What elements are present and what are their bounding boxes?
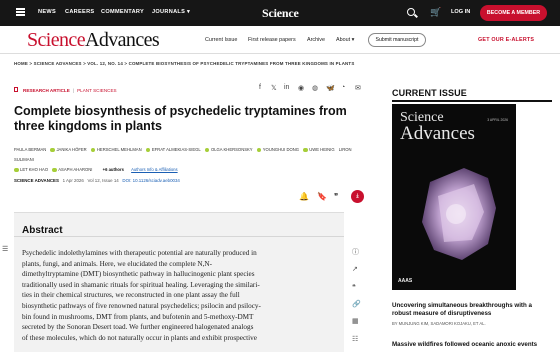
nav-commentary[interactable]: COMMENTARY xyxy=(101,9,144,15)
volume-issue[interactable]: Vol 12, Issue 14 xyxy=(87,178,118,183)
become-member-button[interactable]: BECOME A MEMBER xyxy=(480,5,547,21)
citations-icon[interactable]: ❝ xyxy=(352,283,356,291)
pdf-download-button[interactable]: ⤓ xyxy=(351,190,364,203)
abstract-line: plants, fungi, and animals. Here, we elu… xyxy=(22,259,213,268)
orcid-icon[interactable] xyxy=(14,167,19,173)
breadcrumb[interactable]: HOME > SCIENCE ADVANCES > VOL. 12, NO. 1… xyxy=(14,61,354,66)
abstract-line: dimethyltryptamine (DMT) biosynthetic pa… xyxy=(22,270,255,279)
nav-first-release[interactable]: First release papers xyxy=(248,37,296,43)
logo-part-advances: Advances xyxy=(85,29,160,51)
abstract-line: traditionally used in shamanic rituals f… xyxy=(22,280,260,289)
journal-name[interactable]: SCIENCE ADVANCES xyxy=(14,178,59,183)
top-navigation-bar: NEWS CAREERS COMMENTARY JOURNALS ▾ Scien… xyxy=(0,0,560,26)
orcid-icon[interactable] xyxy=(52,167,57,173)
science-logo[interactable]: Science xyxy=(262,6,299,21)
nav-news[interactable]: NEWS xyxy=(38,9,56,15)
doi-link[interactable]: DOI: 10.1126/sciadv.aeb0034 xyxy=(122,178,179,183)
orcid-icon[interactable] xyxy=(50,147,55,153)
linkedin-icon[interactable]: in xyxy=(284,84,289,91)
author-name[interactable]: OLGA KHERSONSKY xyxy=(211,147,253,152)
featured-story-title[interactable]: Massive wildfires followed oceanic anoxi… xyxy=(392,341,552,349)
bluesky-icon[interactable]: 🦋 xyxy=(326,84,335,92)
issue-cover-image[interactable]: Science Advances 3 APRIL 2026 AAAS xyxy=(392,104,516,290)
nav-archive[interactable]: Archive xyxy=(307,37,325,43)
link-icon[interactable]: 🔗 xyxy=(352,300,361,308)
author-list: PAULA BERMAN JANIKA HÖFER HERSCHEL MEHLM… xyxy=(14,145,374,175)
author-name[interactable]: LET KHO HAO xyxy=(20,167,48,172)
orcid-icon[interactable] xyxy=(145,147,151,153)
bookmark-icon[interactable]: 🔖 xyxy=(317,192,327,201)
abstract-line: Psychedelic indolethylamines with therap… xyxy=(22,249,257,257)
science-advances-logo[interactable]: ScienceAdvances xyxy=(27,29,160,52)
submit-manuscript-button[interactable]: Submit manuscript xyxy=(368,33,426,47)
wechat-icon[interactable]: ◍ xyxy=(312,84,318,92)
facebook-icon[interactable]: f xyxy=(259,84,261,91)
abstract-line: of these molecules, which do not natural… xyxy=(22,333,257,342)
divider xyxy=(392,100,552,102)
article-tags: RESEARCH ARTICLE | PLANT SCIENCES xyxy=(14,87,117,93)
divider xyxy=(14,236,344,237)
abstract-line: ties in their chemical structures, we re… xyxy=(22,291,240,300)
menu-icon[interactable] xyxy=(16,8,25,16)
more-authors-button[interactable]: +6 authors xyxy=(103,167,124,172)
orcid-icon[interactable] xyxy=(256,147,262,153)
author-name[interactable]: YOUNGHUI DONG xyxy=(263,147,299,152)
author-name[interactable]: PAULA BERMAN xyxy=(14,147,46,152)
author-name[interactable]: HERSCHEL MEHLMAN xyxy=(97,147,142,152)
featured-story-title[interactable]: Uncovering simultaneous breakthroughs wi… xyxy=(392,302,552,318)
cover-date: 3 APRIL 2026 xyxy=(487,118,508,122)
e-alerts-link[interactable]: GET OUR E-ALERTS xyxy=(478,37,534,43)
outline-toggle-icon[interactable]: ☰ xyxy=(2,245,12,257)
whatsapp-icon[interactable]: ◔ xyxy=(341,84,345,91)
author-name[interactable]: EFRAT ALMEKIAS-SIEGL xyxy=(152,147,201,152)
citation-line: SCIENCE ADVANCES 1 Apr 2026 Vol 12, Issu… xyxy=(14,178,180,183)
logo-part-science: Science xyxy=(27,29,86,51)
current-issue-heading: CURRENT ISSUE xyxy=(392,88,467,98)
journal-masthead: ScienceAdvances Current Issue First rele… xyxy=(0,26,560,54)
metrics-icon[interactable]: ↗ xyxy=(352,265,358,273)
article-title: Complete biosynthesis of psychedelic try… xyxy=(14,104,347,133)
orcid-icon[interactable] xyxy=(204,147,210,153)
tag-separator: | xyxy=(72,88,75,93)
cover-title-line: Advances xyxy=(400,123,475,144)
affiliations-link[interactable]: Authors Info & Affiliations xyxy=(131,167,177,172)
references-icon[interactable]: ☷ xyxy=(352,335,358,343)
nav-journals[interactable]: JOURNALS ▾ xyxy=(152,9,190,15)
article-type: RESEARCH ARTICLE xyxy=(23,88,70,93)
nav-about[interactable]: About ▾ xyxy=(336,37,354,43)
reddit-icon[interactable]: ◉ xyxy=(298,84,304,92)
cover-title: Science Advances xyxy=(400,110,475,144)
login-link[interactable]: LOG IN xyxy=(451,9,470,15)
abstract-line: bin found in mushrooms, DMT from plants,… xyxy=(22,312,254,321)
abstract-line: biosynthetic pathways of five renowned n… xyxy=(22,301,261,310)
alert-bell-icon[interactable]: 🔔 xyxy=(299,192,309,201)
publish-date: 1 Apr 2026 xyxy=(62,178,84,183)
publisher-logo: AAAS xyxy=(398,278,413,284)
search-icon[interactable] xyxy=(407,8,415,16)
nav-current-issue[interactable]: Current Issue xyxy=(205,37,237,43)
info-icon[interactable]: ⓘ xyxy=(352,247,359,257)
cart-icon[interactable]: 🛒 xyxy=(430,7,441,18)
featured-story-byline: BY MUNJUNG KIM, SADAMORI KOJAKU, ET AL. xyxy=(392,321,486,326)
author-name[interactable]: JANIKA HÖFER xyxy=(56,147,86,152)
abstract-line: secreted by the Sonoran Desert toad. We … xyxy=(22,323,254,332)
abstract-heading: Abstract xyxy=(22,225,63,236)
nav-careers[interactable]: CAREERS xyxy=(65,9,94,15)
orcid-icon[interactable] xyxy=(303,147,308,153)
email-icon[interactable]: ✉ xyxy=(355,84,361,92)
figures-icon[interactable]: ▦ xyxy=(352,317,359,325)
cite-quote-icon[interactable]: ❞ xyxy=(334,192,338,201)
orcid-icon[interactable] xyxy=(90,147,96,153)
author-name[interactable]: UWE HEINIG xyxy=(309,147,334,152)
access-icon xyxy=(14,87,18,92)
x-twitter-icon[interactable]: 𝕏 xyxy=(271,84,277,92)
article-category[interactable]: PLANT SCIENCES xyxy=(77,88,116,93)
author-name[interactable]: ASAPH AHARONI xyxy=(58,167,92,172)
abstract-text: Psychedelic indolethylamines with therap… xyxy=(22,248,338,343)
